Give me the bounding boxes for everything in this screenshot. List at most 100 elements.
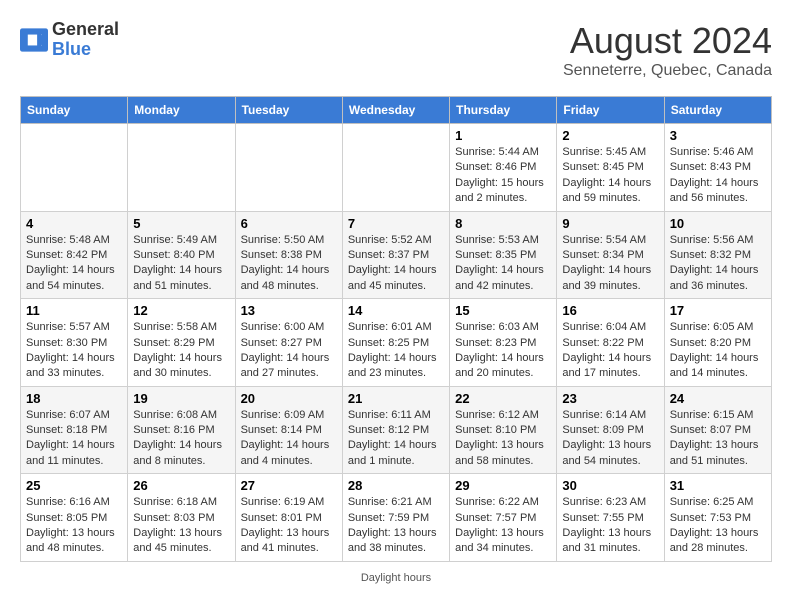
day-info: Sunrise: 5:48 AMSunset: 8:42 PMDaylight:… [26, 233, 122, 295]
day-info: Sunrise: 5:49 AMSunset: 8:40 PMDaylight:… [133, 233, 229, 295]
day-number: 13 [241, 303, 337, 318]
header: General Blue August 2024 Senneterre, Que… [20, 20, 772, 80]
day-info: Sunrise: 6:00 AMSunset: 8:27 PMDaylight:… [241, 320, 337, 382]
calendar-cell [128, 124, 235, 212]
calendar-cell: 26Sunrise: 6:18 AMSunset: 8:03 PMDayligh… [128, 474, 235, 562]
day-info: Sunrise: 5:53 AMSunset: 8:35 PMDaylight:… [455, 233, 551, 295]
day-info: Sunrise: 5:45 AMSunset: 8:45 PMDaylight:… [562, 145, 658, 207]
calendar-cell: 16 Sunrise: 6:04 AMSunset: 8:22 PMDayligh… [557, 299, 664, 387]
calendar-cell: 14 Sunrise: 6:01 AMSunset: 8:25 PMDayligh… [342, 299, 449, 387]
calendar-cell: 8 Sunrise: 5:53 AMSunset: 8:35 PMDaylight… [450, 211, 557, 299]
day-info: Sunrise: 6:25 AMSunset: 7:53 PMDaylight:… [670, 495, 766, 557]
day-info: Sunrise: 6:09 AMSunset: 8:14 PMDaylight:… [241, 408, 337, 470]
calendar-cell: 28Sunrise: 6:21 AMSunset: 7:59 PMDayligh… [342, 474, 449, 562]
day-info: Sunrise: 6:01 AMSunset: 8:25 PMDaylight:… [348, 320, 444, 382]
calendar-cell: 15 Sunrise: 6:03 AMSunset: 8:23 PMDayligh… [450, 299, 557, 387]
day-number: 18 [26, 391, 122, 406]
day-info: Sunrise: 5:46 AMSunset: 8:43 PMDaylight:… [670, 145, 766, 207]
logo-text: General Blue [52, 20, 119, 60]
day-number: 1 [455, 128, 551, 143]
day-number: 15 [455, 303, 551, 318]
day-info: Sunrise: 6:04 AMSunset: 8:22 PMDaylight:… [562, 320, 658, 382]
calendar-table: SundayMondayTuesdayWednesdayThursdayFrid… [20, 96, 772, 562]
day-header-saturday: Saturday [664, 97, 771, 124]
day-number: 24 [670, 391, 766, 406]
day-info: Sunrise: 6:03 AMSunset: 8:23 PMDaylight:… [455, 320, 551, 382]
day-info: Sunrise: 5:50 AMSunset: 8:38 PMDaylight:… [241, 233, 337, 295]
day-header-wednesday: Wednesday [342, 97, 449, 124]
calendar-cell: 10 Sunrise: 5:56 AMSunset: 8:32 PMDayligh… [664, 211, 771, 299]
calendar-cell [235, 124, 342, 212]
calendar-cell: 25 Sunrise: 6:16 AMSunset: 8:05 PMDayligh… [21, 474, 128, 562]
title-section: August 2024 Senneterre, Quebec, Canada [563, 20, 772, 80]
day-number: 30 [562, 478, 658, 493]
day-header-sunday: Sunday [21, 97, 128, 124]
day-header-friday: Friday [557, 97, 664, 124]
day-number: 31 [670, 478, 766, 493]
day-number: 20 [241, 391, 337, 406]
footer-text: Daylight hours [361, 572, 431, 584]
day-number: 8 [455, 216, 551, 231]
footer: Daylight hours [20, 572, 772, 584]
calendar-cell: 21 Sunrise: 6:11 AMSunset: 8:12 PMDayligh… [342, 386, 449, 474]
calendar-cell: 13 Sunrise: 6:00 AMSunset: 8:27 PMDayligh… [235, 299, 342, 387]
day-info: Sunrise: 5:52 AMSunset: 8:37 PMDaylight:… [348, 233, 444, 295]
calendar-cell: 11Sunrise: 5:57 AMSunset: 8:30 PMDayligh… [21, 299, 128, 387]
day-number: 16 [562, 303, 658, 318]
calendar-cell: 20 Sunrise: 6:09 AMSunset: 8:14 PMDayligh… [235, 386, 342, 474]
day-info: Sunrise: 5:56 AMSunset: 8:32 PMDaylight:… [670, 233, 766, 295]
header-row: SundayMondayTuesdayWednesdayThursdayFrid… [21, 97, 772, 124]
day-number: 25 [26, 478, 122, 493]
day-info: Sunrise: 6:22 AMSunset: 7:57 PMDaylight:… [455, 495, 551, 557]
day-number: 23 [562, 391, 658, 406]
day-header-monday: Monday [128, 97, 235, 124]
calendar-cell: 19Sunrise: 6:08 AMSunset: 8:16 PMDayligh… [128, 386, 235, 474]
day-number: 5 [133, 216, 229, 231]
day-info: Sunrise: 6:07 AMSunset: 8:18 PMDaylight:… [26, 408, 122, 470]
sub-title: Senneterre, Quebec, Canada [563, 62, 772, 80]
calendar-cell: 27 Sunrise: 6:19 AMSunset: 8:01 PMDayligh… [235, 474, 342, 562]
day-number: 27 [241, 478, 337, 493]
calendar-cell: 23Sunrise: 6:14 AMSunset: 8:09 PMDayligh… [557, 386, 664, 474]
day-header-thursday: Thursday [450, 97, 557, 124]
day-info: Sunrise: 6:11 AMSunset: 8:12 PMDaylight:… [348, 408, 444, 470]
week-row-5: 25 Sunrise: 6:16 AMSunset: 8:05 PMDayligh… [21, 474, 772, 562]
calendar-cell: 7Sunrise: 5:52 AMSunset: 8:37 PMDaylight… [342, 211, 449, 299]
day-number: 28 [348, 478, 444, 493]
week-row-4: 18 Sunrise: 6:07 AMSunset: 8:18 PMDayligh… [21, 386, 772, 474]
main-title: August 2024 [563, 20, 772, 62]
day-number: 14 [348, 303, 444, 318]
day-number: 4 [26, 216, 122, 231]
calendar-cell [342, 124, 449, 212]
day-info: Sunrise: 6:23 AMSunset: 7:55 PMDaylight:… [562, 495, 658, 557]
calendar-cell: 3 Sunrise: 5:46 AMSunset: 8:43 PMDaylight… [664, 124, 771, 212]
calendar-cell: 17Sunrise: 6:05 AMSunset: 8:20 PMDayligh… [664, 299, 771, 387]
day-number: 6 [241, 216, 337, 231]
calendar-cell: 22Sunrise: 6:12 AMSunset: 8:10 PMDayligh… [450, 386, 557, 474]
day-info: Sunrise: 5:44 AMSunset: 8:46 PMDaylight:… [455, 145, 551, 207]
day-info: Sunrise: 5:57 AMSunset: 8:30 PMDaylight:… [26, 320, 122, 382]
day-number: 10 [670, 216, 766, 231]
week-row-1: 1 Sunrise: 5:44 AMSunset: 8:46 PMDaylight… [21, 124, 772, 212]
day-number: 29 [455, 478, 551, 493]
calendar-cell: 1 Sunrise: 5:44 AMSunset: 8:46 PMDaylight… [450, 124, 557, 212]
day-info: Sunrise: 5:58 AMSunset: 8:29 PMDaylight:… [133, 320, 229, 382]
calendar-cell: 6 Sunrise: 5:50 AMSunset: 8:38 PMDaylight… [235, 211, 342, 299]
week-row-3: 11Sunrise: 5:57 AMSunset: 8:30 PMDayligh… [21, 299, 772, 387]
day-info: Sunrise: 6:12 AMSunset: 8:10 PMDaylight:… [455, 408, 551, 470]
logo: General Blue [20, 20, 119, 60]
calendar-cell: 5 Sunrise: 5:49 AMSunset: 8:40 PMDaylight… [128, 211, 235, 299]
day-number: 26 [133, 478, 229, 493]
calendar-cell: 31 Sunrise: 6:25 AMSunset: 7:53 PMDayligh… [664, 474, 771, 562]
day-number: 19 [133, 391, 229, 406]
day-info: Sunrise: 5:54 AMSunset: 8:34 PMDaylight:… [562, 233, 658, 295]
day-number: 3 [670, 128, 766, 143]
day-number: 21 [348, 391, 444, 406]
day-info: Sunrise: 6:16 AMSunset: 8:05 PMDaylight:… [26, 495, 122, 557]
day-info: Sunrise: 6:15 AMSunset: 8:07 PMDaylight:… [670, 408, 766, 470]
logo-icon [20, 28, 48, 52]
day-info: Sunrise: 6:19 AMSunset: 8:01 PMDaylight:… [241, 495, 337, 557]
calendar-cell: 9 Sunrise: 5:54 AMSunset: 8:34 PMDaylight… [557, 211, 664, 299]
day-number: 12 [133, 303, 229, 318]
day-number: 9 [562, 216, 658, 231]
